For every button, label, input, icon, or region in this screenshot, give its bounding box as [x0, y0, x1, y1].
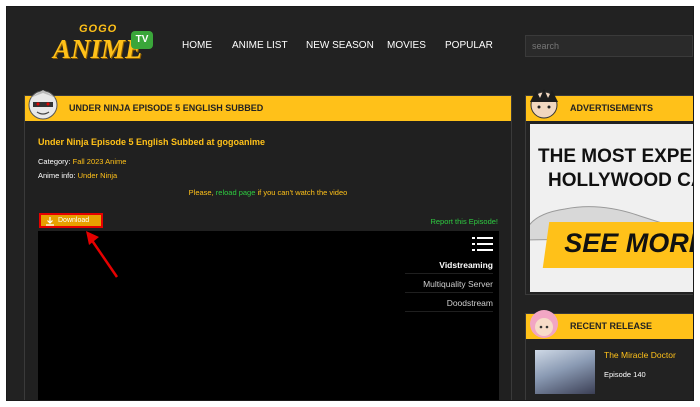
- server-doodstream[interactable]: Doodstream: [405, 295, 493, 312]
- nav-new-season[interactable]: NEW SEASON: [306, 40, 374, 51]
- category-row: Category: Fall 2023 Anime: [38, 157, 126, 166]
- pink-hair-avatar-icon: [530, 310, 558, 338]
- logo-main-text: ANIME: [53, 34, 144, 64]
- anime-info-link[interactable]: Under Ninja: [78, 171, 118, 180]
- episode-bar-title: UNDER NINJA EPISODE 5 ENGLISH SUBBED: [69, 103, 264, 113]
- search-input[interactable]: search: [525, 35, 693, 57]
- nav-popular[interactable]: POPULAR: [445, 40, 493, 51]
- report-episode-link[interactable]: Report this Episode!: [430, 217, 498, 226]
- nav-home[interactable]: HOME: [182, 40, 212, 51]
- annotation-arrow-icon: [86, 231, 119, 278]
- episode-header-bar: UNDER NINJA EPISODE 5 ENGLISH SUBBED: [25, 90, 511, 121]
- recent-item-title[interactable]: The Miracle Doctor: [604, 350, 676, 360]
- reload-notice: Please, reload page if you can't watch t…: [25, 188, 511, 197]
- nav-anime-list[interactable]: ANIME LIST: [232, 40, 288, 51]
- recent-item-episode: Episode 140: [604, 370, 646, 379]
- ad-headline-line1: THE MOST EXPENSI: [538, 146, 693, 167]
- logo-badge: TV: [131, 31, 153, 49]
- ads-header-bar: ADVERTISEMENTS: [526, 89, 693, 121]
- nav-movies[interactable]: MOVIES: [387, 40, 426, 51]
- reload-post-text: if you can't watch the video: [257, 188, 348, 197]
- character-avatar-icon: [530, 89, 558, 119]
- browser-viewport: GOGO ANIME TV HOME ANIME LIST NEW SEASON…: [6, 6, 694, 401]
- download-icon: [46, 217, 54, 226]
- download-label: Download: [58, 217, 90, 224]
- category-label: Category:: [38, 157, 71, 166]
- recent-release-panel: RECENT RELEASE The Miracle Doctor Episod…: [525, 310, 693, 400]
- advertisements-panel: ADVERTISEMENTS THE MOST EXPENSI HOLLYWOO…: [525, 89, 694, 295]
- server-multiquality[interactable]: Multiquality Server: [405, 276, 493, 293]
- anime-info-label: Anime info:: [38, 171, 76, 180]
- recent-header-bar: RECENT RELEASE: [526, 310, 693, 339]
- recent-item-thumbnail[interactable]: [535, 350, 595, 394]
- server-list-icon[interactable]: [472, 236, 494, 252]
- ad-headline-line2: HOLLYWOOD CARS: [548, 170, 693, 191]
- recent-title: RECENT RELEASE: [570, 321, 653, 331]
- site-logo[interactable]: GOGO ANIME TV: [51, 23, 161, 67]
- ads-title: ADVERTISEMENTS: [570, 103, 654, 113]
- ad-cta-banner[interactable]: SEE MORE: [542, 222, 694, 268]
- ad-cta-label: SEE MORE: [564, 228, 694, 258]
- episode-title: Under Ninja Episode 5 English Subbed at …: [38, 137, 266, 147]
- reload-page-link[interactable]: reload page: [216, 188, 256, 197]
- advertisement-banner[interactable]: THE MOST EXPENSI HOLLYWOOD CARS SEE MORE: [530, 124, 694, 292]
- reload-pre-text: Please,: [188, 188, 214, 197]
- category-link[interactable]: Fall 2023 Anime: [73, 157, 127, 166]
- server-vidstreaming[interactable]: Vidstreaming: [405, 257, 493, 274]
- anime-info-row: Anime info: Under Ninja: [38, 171, 117, 180]
- ninja-avatar-icon: [28, 90, 58, 120]
